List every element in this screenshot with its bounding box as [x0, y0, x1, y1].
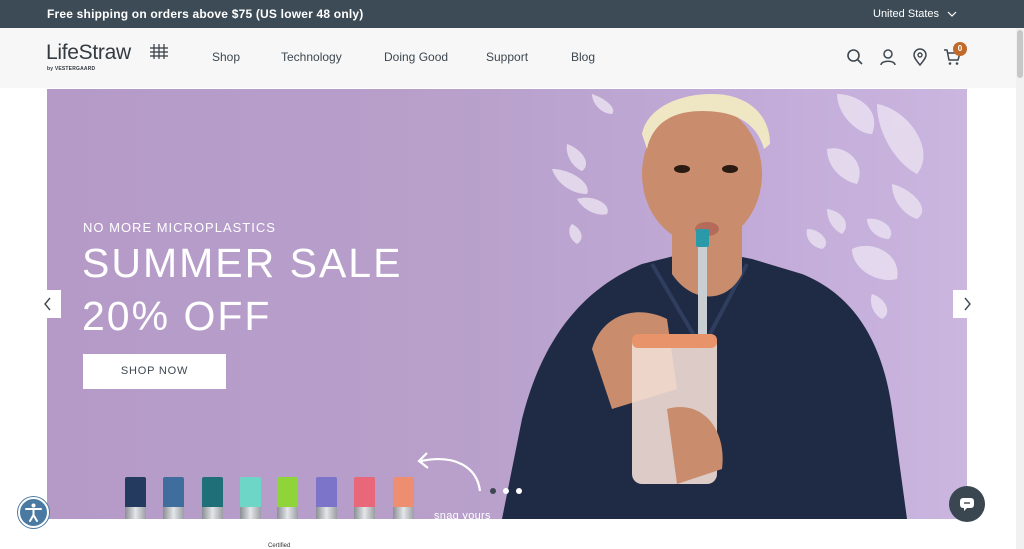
- straw-coral: [393, 477, 414, 519]
- chat-button[interactable]: [949, 486, 985, 522]
- scrollbar-thumb[interactable]: [1017, 30, 1023, 78]
- logo[interactable]: LifeStraw by VESTERGAARD: [46, 41, 176, 77]
- shop-now-button[interactable]: SHOP NOW: [83, 354, 226, 389]
- region-label: United States: [873, 8, 940, 20]
- straw-teal: [202, 477, 223, 519]
- logo-grid-icon: [150, 44, 168, 59]
- announcement-bar: Free shipping on orders above $75 (US lo…: [0, 0, 1024, 28]
- nav-item-shop[interactable]: Shop: [212, 50, 240, 64]
- nav-item-technology[interactable]: Technology: [281, 50, 342, 64]
- carousel-prev-button[interactable]: [33, 290, 61, 318]
- chevron-left-icon: [43, 297, 51, 311]
- site-header: LifeStraw by VESTERGAARD Shop Technology…: [0, 28, 1016, 88]
- straw-lime: [277, 477, 298, 519]
- hero-handwritten-note: snag yours: [434, 510, 491, 519]
- nav-item-support[interactable]: Support: [486, 50, 528, 64]
- straw-blue: [163, 477, 184, 519]
- nav-item-blog[interactable]: Blog: [571, 50, 595, 64]
- straw-pink: [354, 477, 375, 519]
- carousel-next-button[interactable]: [953, 290, 981, 318]
- straw-navy: [125, 477, 146, 519]
- straw-mint: [240, 477, 261, 519]
- account-icon[interactable]: [879, 48, 897, 66]
- logo-subtitle: by VESTERGAARD: [47, 66, 96, 72]
- accessibility-button[interactable]: [18, 497, 49, 528]
- page-scrollbar[interactable]: [1016, 28, 1024, 549]
- cart-count-badge: 0: [953, 42, 967, 56]
- accessibility-icon: [25, 503, 42, 522]
- logo-wordmark: LifeStraw: [46, 41, 131, 64]
- chevron-down-icon: [947, 11, 957, 17]
- chat-bubble-icon: [960, 498, 974, 511]
- hero-title-line1: SUMMER SALE: [82, 240, 403, 286]
- carousel-dot-1[interactable]: [490, 488, 496, 494]
- certified-badge-label: Certified: [268, 543, 291, 549]
- straw-violet: [316, 477, 337, 519]
- curved-arrow-icon: [417, 452, 482, 492]
- search-icon[interactable]: [846, 48, 864, 66]
- chevron-right-icon: [963, 297, 971, 311]
- carousel-dot-3[interactable]: [516, 488, 522, 494]
- carousel-dot-2[interactable]: [503, 488, 509, 494]
- hero-title-line2: 20% OFF: [82, 293, 272, 339]
- carousel-dots: [490, 488, 522, 494]
- hero-model-image: [502, 94, 907, 519]
- hero-eyebrow: NO MORE MICROPLASTICS: [83, 220, 276, 235]
- straw-lineup: [123, 473, 423, 519]
- hero-banner: NO MORE MICROPLASTICS SUMMER SALE 20% OF…: [47, 89, 967, 519]
- region-selector[interactable]: United States: [873, 8, 957, 20]
- location-pin-icon[interactable]: [911, 48, 929, 66]
- nav-item-doing-good[interactable]: Doing Good: [384, 50, 448, 64]
- announcement-message: Free shipping on orders above $75 (US lo…: [47, 7, 364, 21]
